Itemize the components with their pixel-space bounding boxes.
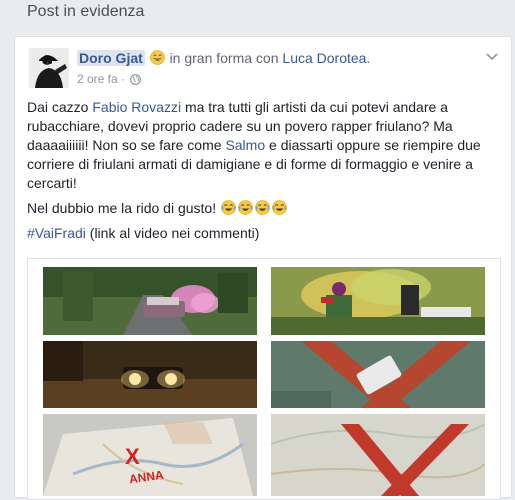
globe-icon[interactable] bbox=[130, 74, 142, 88]
video-frame-aerial-x bbox=[271, 341, 485, 408]
post-timestamp[interactable]: 2 ore fa bbox=[77, 72, 118, 86]
video-frame-yellow-smoke bbox=[271, 267, 485, 335]
tears-of-joy-icon bbox=[220, 200, 237, 216]
tears-of-joy-icon bbox=[254, 200, 271, 216]
mention-salmo[interactable]: Salmo bbox=[225, 137, 265, 153]
avatar[interactable] bbox=[29, 48, 69, 88]
tears-of-joy-icon bbox=[237, 200, 254, 216]
author-name[interactable]: Doro Gjat bbox=[77, 50, 145, 66]
video-frame-map-anna: X ANNA bbox=[43, 414, 257, 496]
post-paragraph-3: #VaiFradi (link al video nei commenti) bbox=[27, 225, 260, 241]
mention-fabio-rovazzi[interactable]: Fabio Rovazzi bbox=[92, 99, 181, 115]
map-x-mark: X bbox=[125, 444, 140, 469]
video-frame-headlights bbox=[43, 341, 257, 408]
hashtag-link[interactable]: #VaiFradi bbox=[27, 225, 86, 241]
section-title: Post in evidenza bbox=[27, 3, 145, 20]
post-body: Dai cazzo Fabio Rovazzi ma tra tutti gli… bbox=[27, 98, 497, 249]
post-card: Doro Gjat in gran forma con Luca Dorotea… bbox=[14, 36, 512, 500]
post-paragraph-1: Dai cazzo Fabio Rovazzi ma tra tutti gli… bbox=[27, 99, 481, 191]
grinning-face-icon bbox=[149, 50, 165, 65]
status-text: in gran forma con bbox=[169, 50, 279, 66]
meta-separator: · bbox=[121, 72, 126, 86]
tears-of-joy-icon bbox=[271, 200, 288, 216]
status-period: . bbox=[366, 50, 371, 66]
video-collage[interactable]: X ANNA bbox=[27, 258, 501, 500]
post-header: Doro Gjat in gran forma con Luca Dorotea… bbox=[77, 50, 370, 66]
video-frame-car-smoke bbox=[43, 267, 257, 335]
video-frame-map-x bbox=[271, 414, 485, 496]
post-meta: 2 ore fa · bbox=[77, 72, 142, 88]
tagged-friend[interactable]: Luca Dorotea bbox=[282, 50, 366, 66]
chevron-down-icon[interactable] bbox=[485, 49, 499, 61]
post-paragraph-2: Nel dubbio me la rido di gusto! bbox=[27, 199, 497, 218]
